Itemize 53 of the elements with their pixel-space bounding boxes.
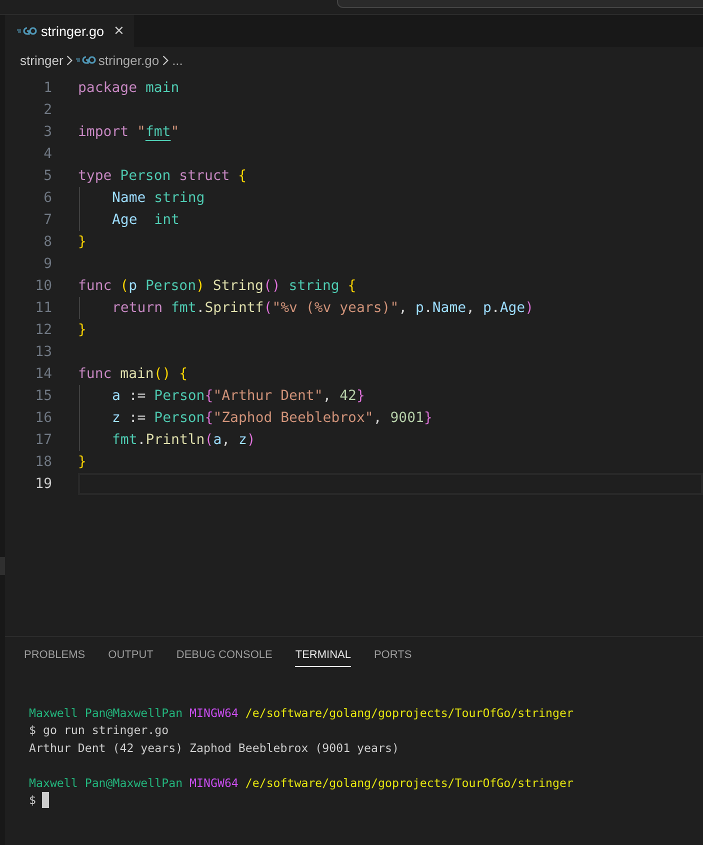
line-number: 9 <box>42 256 52 272</box>
line-number: 11 <box>34 300 52 316</box>
breadcrumb-item[interactable]: stringer <box>20 52 64 68</box>
line-number: 3 <box>42 124 52 140</box>
code-line: return fmt.Sprintf("%v (%v years)", p.Name, p.Age) <box>112 300 534 316</box>
line-number: 18 <box>34 454 52 470</box>
terminal-line: Arthur Dent (42 years) Zaphod Beeblebrox (9001 years) <box>29 740 399 755</box>
code-line: a := Person{"Arthur Dent", 42} <box>112 388 365 404</box>
line-number: 17 <box>34 432 52 448</box>
panel-tab[interactable]: PROBLEMS <box>24 649 86 667</box>
go-file-icon <box>17 26 37 36</box>
code-line: Age int <box>112 212 180 228</box>
line-number: 16 <box>34 410 52 426</box>
terminal-line: $ go run stringer.go <box>29 723 169 738</box>
line-number: 14 <box>34 366 52 382</box>
breadcrumb-item[interactable]: ... <box>172 52 183 68</box>
code-line: import "fmt" <box>78 124 180 140</box>
code-line: } <box>78 454 86 470</box>
code-line: Name string <box>112 190 205 206</box>
terminal-line: Maxwell Pan@MaxwellPan MINGW64 /e/software/golang/goprojects/TourOfGo/stringer <box>29 776 574 790</box>
line-number: 1 <box>42 80 52 96</box>
code-line: func main() { <box>78 366 188 382</box>
line-number: 2 <box>42 102 52 118</box>
panel-tab[interactable]: TERMINAL <box>295 649 351 667</box>
code-line: z := Person{"Zaphod Beeblebrox", 9001} <box>112 410 432 426</box>
line-number: 15 <box>34 388 52 404</box>
close-icon[interactable]: × <box>114 21 124 41</box>
line-number: 4 <box>42 146 52 162</box>
code-line: type Person struct { <box>78 168 247 184</box>
line-number: 8 <box>42 234 52 250</box>
code-line: fmt.Println(a, z) <box>112 432 256 448</box>
line-number: 6 <box>42 190 52 206</box>
panel-tab[interactable]: OUTPUT <box>108 649 154 667</box>
code-line: } <box>78 234 86 250</box>
chevron-right-icon <box>66 54 74 66</box>
line-number: 7 <box>42 212 52 228</box>
line-number: 13 <box>34 344 52 360</box>
terminal-line: $ <box>29 793 36 808</box>
breadcrumb-item[interactable]: stringer.go <box>76 52 160 68</box>
panel-tab[interactable]: PORTS <box>374 649 412 667</box>
editor-tab[interactable]: stringer.go × <box>5 15 134 47</box>
terminal-line: Maxwell Pan@MaxwellPan MINGW64 /e/software/golang/goprojects/TourOfGo/stringer <box>29 706 574 720</box>
chevron-right-icon <box>162 54 170 66</box>
indent-guide <box>79 297 80 319</box>
line-number: 5 <box>42 168 52 184</box>
code-line: } <box>78 322 86 338</box>
line-number: 12 <box>34 322 52 338</box>
line-number: 19 <box>34 476 52 492</box>
code-line: package main <box>78 80 180 96</box>
line-number: 10 <box>34 278 52 294</box>
go-file-icon <box>76 55 96 65</box>
code-line: func (p Person) String() string { <box>78 278 356 294</box>
panel-tab[interactable]: DEBUG CONSOLE <box>176 649 272 667</box>
